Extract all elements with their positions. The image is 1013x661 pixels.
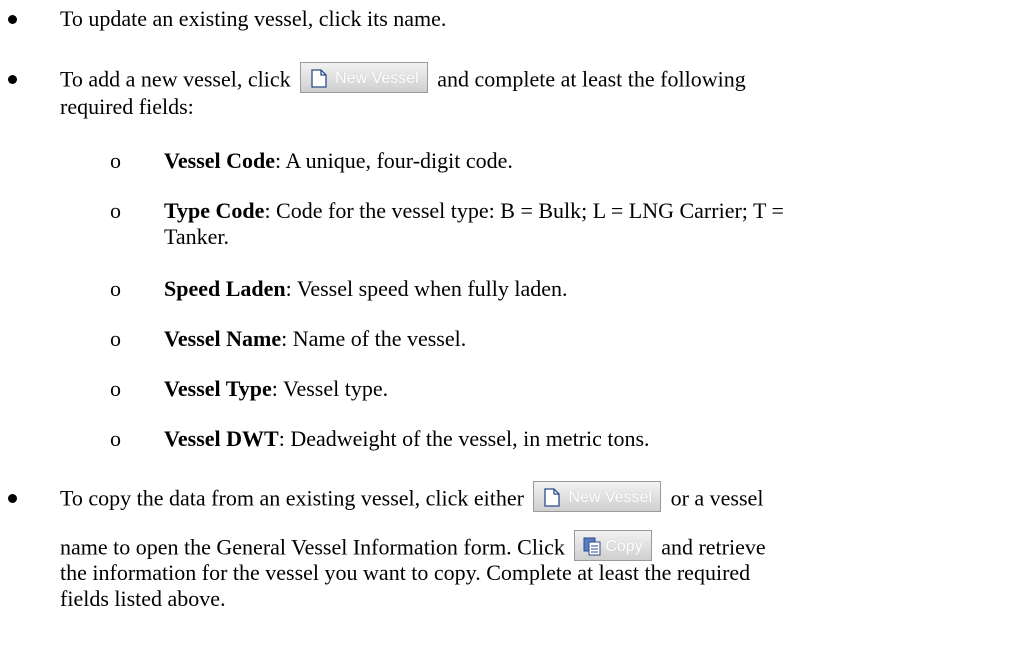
bullet-3-before: To copy the data from an existing vessel… [60, 485, 524, 511]
document-icon [311, 69, 327, 88]
bullet-3-line-1: To copy the data from an existing vessel… [60, 481, 764, 516]
new-vessel-button-label: New Vessel [335, 70, 419, 87]
new-vessel-button-label: New Vessel [568, 489, 653, 506]
bullet-2-before: To add a new vessel, click [60, 66, 291, 92]
bullet-2-after: and complete at least the following [437, 66, 746, 92]
document-icon [544, 488, 561, 507]
bullet-1-text: To update an existing vessel, click its … [60, 6, 447, 31]
bullet-2-line-2: required fields: [60, 94, 194, 119]
document: To update an existing vessel, click its … [0, 0, 1013, 661]
new-vessel-button[interactable]: New Vessel [533, 481, 662, 512]
field-desc: : Name of the vessel. [281, 326, 467, 351]
new-vessel-button[interactable]: New Vessel [300, 62, 428, 93]
field-type-code: Type Code: Code for the vessel type: B =… [164, 198, 784, 224]
bullet-3-line-2-after: and retrieve [661, 534, 766, 560]
sub-item-marker: o [110, 148, 121, 173]
sub-item-marker: o [110, 376, 121, 401]
field-desc: : A unique, four-digit code. [275, 148, 513, 173]
field-name: Vessel DWT [164, 426, 279, 451]
sub-item-marker: o [110, 276, 121, 301]
bullet-3-line-2-before: name to open the General Vessel Informat… [60, 534, 565, 560]
field-type-code-cont: Tanker. [164, 224, 230, 249]
bullet-dot [8, 494, 17, 503]
field-vessel-type: Vessel Type: Vessel type. [164, 376, 388, 402]
bullet-3-line-3: the information for the vessel you want … [60, 560, 751, 585]
copy-button-label: Copy [605, 538, 643, 555]
field-speed-laden: Speed Laden: Vessel speed when fully lad… [164, 276, 568, 302]
field-vessel-code: Vessel Code: A unique, four-digit code. [164, 148, 513, 174]
bullet-dot [8, 75, 17, 84]
field-name: Vessel Type [164, 376, 272, 401]
sub-item-marker: o [110, 326, 121, 351]
field-vessel-dwt: Vessel DWT: Deadweight of the vessel, in… [164, 426, 650, 452]
sub-item-marker: o [110, 198, 121, 223]
sub-item-marker: o [110, 426, 121, 451]
field-name: Vessel Code [164, 148, 276, 173]
bullet-3-line-4: fields listed above. [60, 586, 226, 611]
field-desc: : Vessel type. [271, 376, 389, 401]
field-desc: : Deadweight of the vessel, in metric to… [278, 426, 650, 451]
bullet-dot [8, 15, 17, 24]
field-desc: : Code for the vessel type: B = Bulk; L … [264, 198, 784, 223]
field-name: Type Code [164, 198, 265, 223]
field-name: Vessel Name [164, 326, 282, 351]
field-desc: : Vessel speed when fully laden. [285, 276, 568, 301]
bullet-3-after: or a vessel [670, 485, 764, 511]
field-name: Speed Laden [164, 276, 286, 301]
field-vessel-name: Vessel Name: Name of the vessel. [164, 326, 466, 352]
copy-button[interactable]: Copy [574, 530, 652, 561]
copy-icon [583, 537, 601, 556]
bullet-2-line-1: To add a new vessel, click New Vessel an… [60, 62, 746, 97]
